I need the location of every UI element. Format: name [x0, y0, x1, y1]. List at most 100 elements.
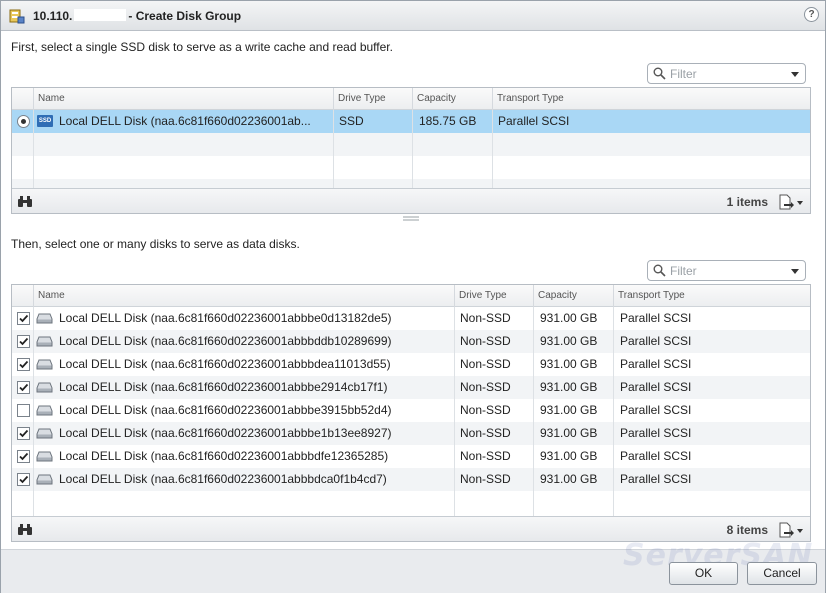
ssd-filter-input[interactable]: Filter [647, 63, 806, 84]
disk-name: Local DELL Disk (naa.6c81f660d02236001ab… [59, 449, 389, 463]
column-divider [33, 307, 34, 516]
capacity: 931.00 GB [540, 334, 598, 348]
table-row[interactable]: Local DELL Disk (naa.6c81f660d02236001ab… [12, 353, 810, 376]
column-drive-type[interactable]: Drive Type [333, 88, 412, 110]
transport-type: Parallel SCSI [620, 311, 692, 325]
dialog-titlebar: 10.110. - Create Disk Group ? [1, 1, 825, 31]
capacity: 931.00 GB [540, 357, 598, 371]
row-checkbox[interactable] [17, 358, 30, 371]
hard-disk-icon [36, 336, 53, 347]
row-checkbox[interactable] [17, 473, 30, 486]
disk-name: Local DELL Disk (naa.6c81f660d02236001ab… [59, 426, 392, 440]
hard-disk-icon [36, 428, 53, 439]
column-divider [613, 307, 614, 516]
chevron-down-icon[interactable] [791, 72, 799, 77]
table-row[interactable]: Local DELL Disk (naa.6c81f660d02236001ab… [12, 422, 810, 445]
ssd-disk-grid: Name Drive Type Capacity Transport Type … [11, 87, 811, 214]
disk-name: Local DELL Disk (naa.6c81f660d02236001ab… [59, 114, 311, 128]
ssd-grid-body: SSD Local DELL Disk (naa.6c81f660d022360… [12, 110, 810, 188]
storage-policy-icon [9, 9, 25, 24]
empty-row [12, 156, 810, 179]
capacity: 931.00 GB [540, 380, 598, 394]
binoculars-icon[interactable] [17, 523, 33, 536]
radio-button[interactable] [17, 115, 30, 128]
row-checkbox[interactable] [17, 427, 30, 440]
ssd-disk-icon: SSD [37, 115, 53, 127]
column-divider [33, 110, 34, 188]
transport-type: Parallel SCSI [620, 357, 692, 371]
column-name[interactable]: Name [33, 88, 333, 110]
title-suffix: - Create Disk Group [128, 9, 242, 23]
data-filter-input[interactable]: Filter [647, 260, 806, 281]
drive-type: Non-SSD [460, 357, 511, 371]
data-disk-grid: Name Drive Type Capacity Transport Type … [11, 284, 811, 542]
drive-type: Non-SSD [460, 311, 511, 325]
hard-disk-icon [36, 451, 53, 462]
hard-disk-icon [36, 313, 53, 324]
column-divider [533, 307, 534, 516]
chevron-down-icon[interactable] [791, 269, 799, 274]
capacity: 931.00 GB [540, 472, 598, 486]
column-divider [412, 110, 413, 188]
dialog-button-bar: ServerSAN OK Cancel [1, 538, 825, 593]
search-icon [653, 264, 666, 277]
redacted-block [74, 9, 127, 21]
drive-type: Non-SSD [460, 449, 511, 463]
ok-button[interactable]: OK [669, 562, 738, 585]
title-ip: 10.110. [33, 9, 73, 23]
row-checkbox[interactable] [17, 335, 30, 348]
drive-type: Non-SSD [460, 472, 511, 486]
create-disk-group-dialog: 10.110. - Create Disk Group ? First, sele… [0, 0, 826, 593]
column-divider [454, 307, 455, 516]
binoculars-icon[interactable] [17, 195, 33, 208]
transport-type: Parallel SCSI [620, 449, 692, 463]
row-checkbox[interactable] [17, 404, 30, 417]
empty-row [12, 491, 810, 516]
filter-placeholder: Filter [670, 264, 697, 278]
column-capacity[interactable]: Capacity [412, 88, 492, 110]
transport-type: Parallel SCSI [620, 426, 692, 440]
empty-row [12, 179, 810, 188]
export-icon[interactable] [778, 194, 804, 210]
column-drive-type[interactable]: Drive Type [454, 285, 533, 307]
table-row[interactable]: Local DELL Disk (naa.6c81f660d02236001ab… [12, 399, 810, 422]
row-checkbox[interactable] [17, 312, 30, 325]
disk-name: Local DELL Disk (naa.6c81f660d02236001ab… [59, 403, 392, 417]
transport-type: Parallel SCSI [620, 334, 692, 348]
table-row[interactable]: Local DELL Disk (naa.6c81f660d02236001ab… [12, 468, 810, 491]
disk-name: Local DELL Disk (naa.6c81f660d02236001ab… [59, 311, 392, 325]
ssd-grid-header: Name Drive Type Capacity Transport Type [12, 88, 810, 110]
export-icon[interactable] [778, 522, 804, 538]
drive-type: Non-SSD [460, 334, 511, 348]
ssd-grid-footer: 1 items [12, 188, 810, 213]
table-row[interactable]: Local DELL Disk (naa.6c81f660d02236001ab… [12, 376, 810, 399]
table-row[interactable]: Local DELL Disk (naa.6c81f660d02236001ab… [12, 445, 810, 468]
transport-type: Parallel SCSI [498, 114, 570, 128]
table-row[interactable]: SSD Local DELL Disk (naa.6c81f660d022360… [12, 110, 810, 133]
item-count: 1 items [726, 195, 768, 209]
column-transport-type[interactable]: Transport Type [492, 88, 810, 110]
row-checkbox[interactable] [17, 381, 30, 394]
column-capacity[interactable]: Capacity [533, 285, 613, 307]
table-row[interactable]: Local DELL Disk (naa.6c81f660d02236001ab… [12, 330, 810, 353]
hard-disk-icon [36, 405, 53, 416]
column-name[interactable]: Name [33, 285, 454, 307]
column-transport-type[interactable]: Transport Type [613, 285, 810, 307]
capacity: 931.00 GB [540, 426, 598, 440]
splitter-handle[interactable] [403, 216, 419, 222]
row-checkbox[interactable] [17, 450, 30, 463]
search-icon [653, 67, 666, 80]
ssd-instruction: First, select a single SSD disk to serve… [11, 40, 393, 54]
empty-row [12, 133, 810, 156]
filter-placeholder: Filter [670, 67, 697, 81]
transport-type: Parallel SCSI [620, 472, 692, 486]
capacity: 931.00 GB [540, 403, 598, 417]
table-row[interactable]: Local DELL Disk (naa.6c81f660d02236001ab… [12, 307, 810, 330]
data-disk-instruction: Then, select one or many disks to serve … [11, 237, 300, 251]
capacity: 931.00 GB [540, 449, 598, 463]
data-grid-header: Name Drive Type Capacity Transport Type [12, 285, 810, 307]
disk-name: Local DELL Disk (naa.6c81f660d02236001ab… [59, 472, 387, 486]
help-icon[interactable]: ? [804, 7, 819, 22]
cancel-button[interactable]: Cancel [747, 562, 817, 585]
drive-type: SSD [339, 114, 364, 128]
